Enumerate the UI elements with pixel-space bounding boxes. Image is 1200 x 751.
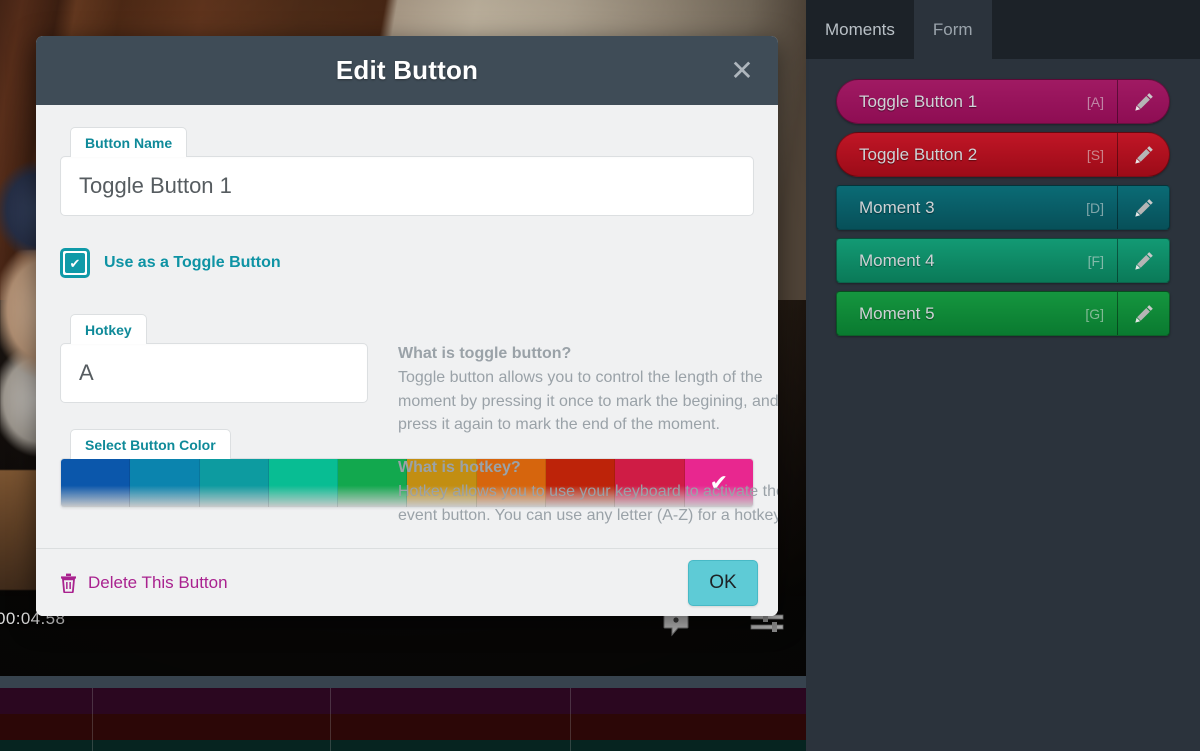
ok-button[interactable]: OK bbox=[688, 559, 758, 606]
timeline[interactable] bbox=[0, 676, 806, 751]
tabbar-filler bbox=[991, 0, 1200, 59]
timeline-gridline bbox=[92, 688, 93, 751]
moment-button-row[interactable]: Toggle Button 1 [A] bbox=[836, 79, 1170, 124]
timeline-track[interactable] bbox=[0, 740, 806, 751]
pencil-icon[interactable] bbox=[1117, 292, 1169, 335]
hotkey-value: A bbox=[79, 360, 94, 385]
timeline-track[interactable] bbox=[0, 714, 806, 740]
dialog-header: Edit Button ✕ bbox=[36, 36, 778, 105]
color-swatch[interactable] bbox=[61, 459, 131, 507]
moment-button-hotkey: [F] bbox=[1087, 252, 1104, 269]
moment-button-list: Toggle Button 1 [A] Toggle Button 2 [S] Mome… bbox=[806, 59, 1200, 336]
color-swatch[interactable] bbox=[268, 459, 339, 507]
moment-button-row[interactable]: Moment 5 [G] bbox=[836, 291, 1170, 336]
moment-button-hotkey: [S] bbox=[1086, 146, 1104, 163]
settings-sliders-icon[interactable] bbox=[750, 612, 784, 643]
comment-icon[interactable] bbox=[663, 612, 693, 643]
sidebar-tabbar: Moments Form bbox=[806, 0, 1200, 59]
moment-button-label: Moment 5 bbox=[859, 303, 935, 323]
dialog-title: Edit Button bbox=[335, 55, 479, 85]
ok-button-label: OK bbox=[709, 571, 737, 593]
timeline-track[interactable] bbox=[0, 688, 806, 714]
pencil-icon[interactable] bbox=[1117, 133, 1169, 176]
tab-form[interactable]: Form bbox=[913, 0, 992, 59]
timeline-gridline bbox=[330, 688, 331, 751]
button-name-field: Button Name Toggle Button 1 bbox=[60, 127, 754, 216]
timeline-gridline bbox=[570, 688, 571, 751]
moment-button-label: Toggle Button 2 bbox=[859, 144, 978, 164]
hotkey-label: Hotkey bbox=[70, 314, 147, 344]
color-swatch[interactable] bbox=[199, 459, 269, 507]
help-body: Toggle button allows you to control the … bbox=[398, 369, 778, 434]
button-name-label: Button Name bbox=[70, 127, 188, 157]
delete-this-button[interactable]: Delete This Button bbox=[60, 573, 228, 593]
use-as-toggle-checkbox[interactable]: ✔ bbox=[60, 248, 90, 278]
moment-button-hotkey: [D] bbox=[1086, 199, 1104, 216]
tab-form-label: Form bbox=[932, 19, 973, 39]
moment-button-row[interactable]: Moment 4 [F] bbox=[836, 238, 1170, 283]
toggle-button-row[interactable]: ✔ Use as a Toggle Button bbox=[60, 248, 754, 278]
moment-button-hotkey: [A] bbox=[1086, 93, 1104, 110]
help-body: Hotkey allows you to use your keyboard t… bbox=[398, 483, 778, 524]
timeline-ruler[interactable] bbox=[0, 676, 806, 688]
tab-moments[interactable]: Moments bbox=[806, 0, 914, 59]
dialog-footer: Delete This Button OK bbox=[36, 548, 778, 616]
moment-button-row[interactable]: Toggle Button 2 [S] bbox=[836, 132, 1170, 177]
moment-button-label: Toggle Button 1 bbox=[859, 91, 978, 111]
use-as-toggle-label: Use as a Toggle Button bbox=[104, 254, 281, 271]
app-root: 00:04.58 Moments Form Toggle Button 1 [A… bbox=[0, 0, 1200, 751]
button-name-value: Toggle Button 1 bbox=[79, 173, 232, 198]
help-text-column: What is toggle button? Toggle button all… bbox=[398, 345, 778, 549]
tab-moments-label: Moments bbox=[825, 19, 895, 39]
help-heading: What is hotkey? bbox=[398, 459, 521, 477]
moment-button-label: Moment 3 bbox=[859, 197, 935, 217]
button-name-input[interactable]: Toggle Button 1 bbox=[60, 156, 754, 216]
right-sidebar: Moments Form Toggle Button 1 [A] Toggle Bu… bbox=[806, 0, 1200, 751]
dialog-body: Button Name Toggle Button 1 ✔ Use as a T… bbox=[36, 105, 778, 548]
edit-button-dialog: Edit Button ✕ Button Name Toggle Button … bbox=[36, 36, 778, 616]
moment-button-hotkey: [G] bbox=[1085, 305, 1104, 322]
pencil-icon[interactable] bbox=[1117, 239, 1169, 282]
color-swatch[interactable] bbox=[130, 459, 200, 507]
close-icon[interactable]: ✕ bbox=[728, 56, 756, 85]
trash-icon bbox=[60, 573, 77, 593]
pencil-icon[interactable] bbox=[1117, 80, 1169, 123]
checkmark-icon: ✔ bbox=[65, 253, 85, 273]
hotkey-input[interactable]: A bbox=[60, 343, 368, 403]
pencil-icon[interactable] bbox=[1117, 186, 1169, 229]
delete-this-button-label: Delete This Button bbox=[88, 572, 228, 592]
select-button-color-label: Select Button Color bbox=[70, 429, 231, 459]
moment-button-row[interactable]: Moment 3 [D] bbox=[836, 185, 1170, 230]
moment-button-label: Moment 4 bbox=[859, 250, 935, 270]
help-heading: What is toggle button? bbox=[398, 345, 572, 362]
